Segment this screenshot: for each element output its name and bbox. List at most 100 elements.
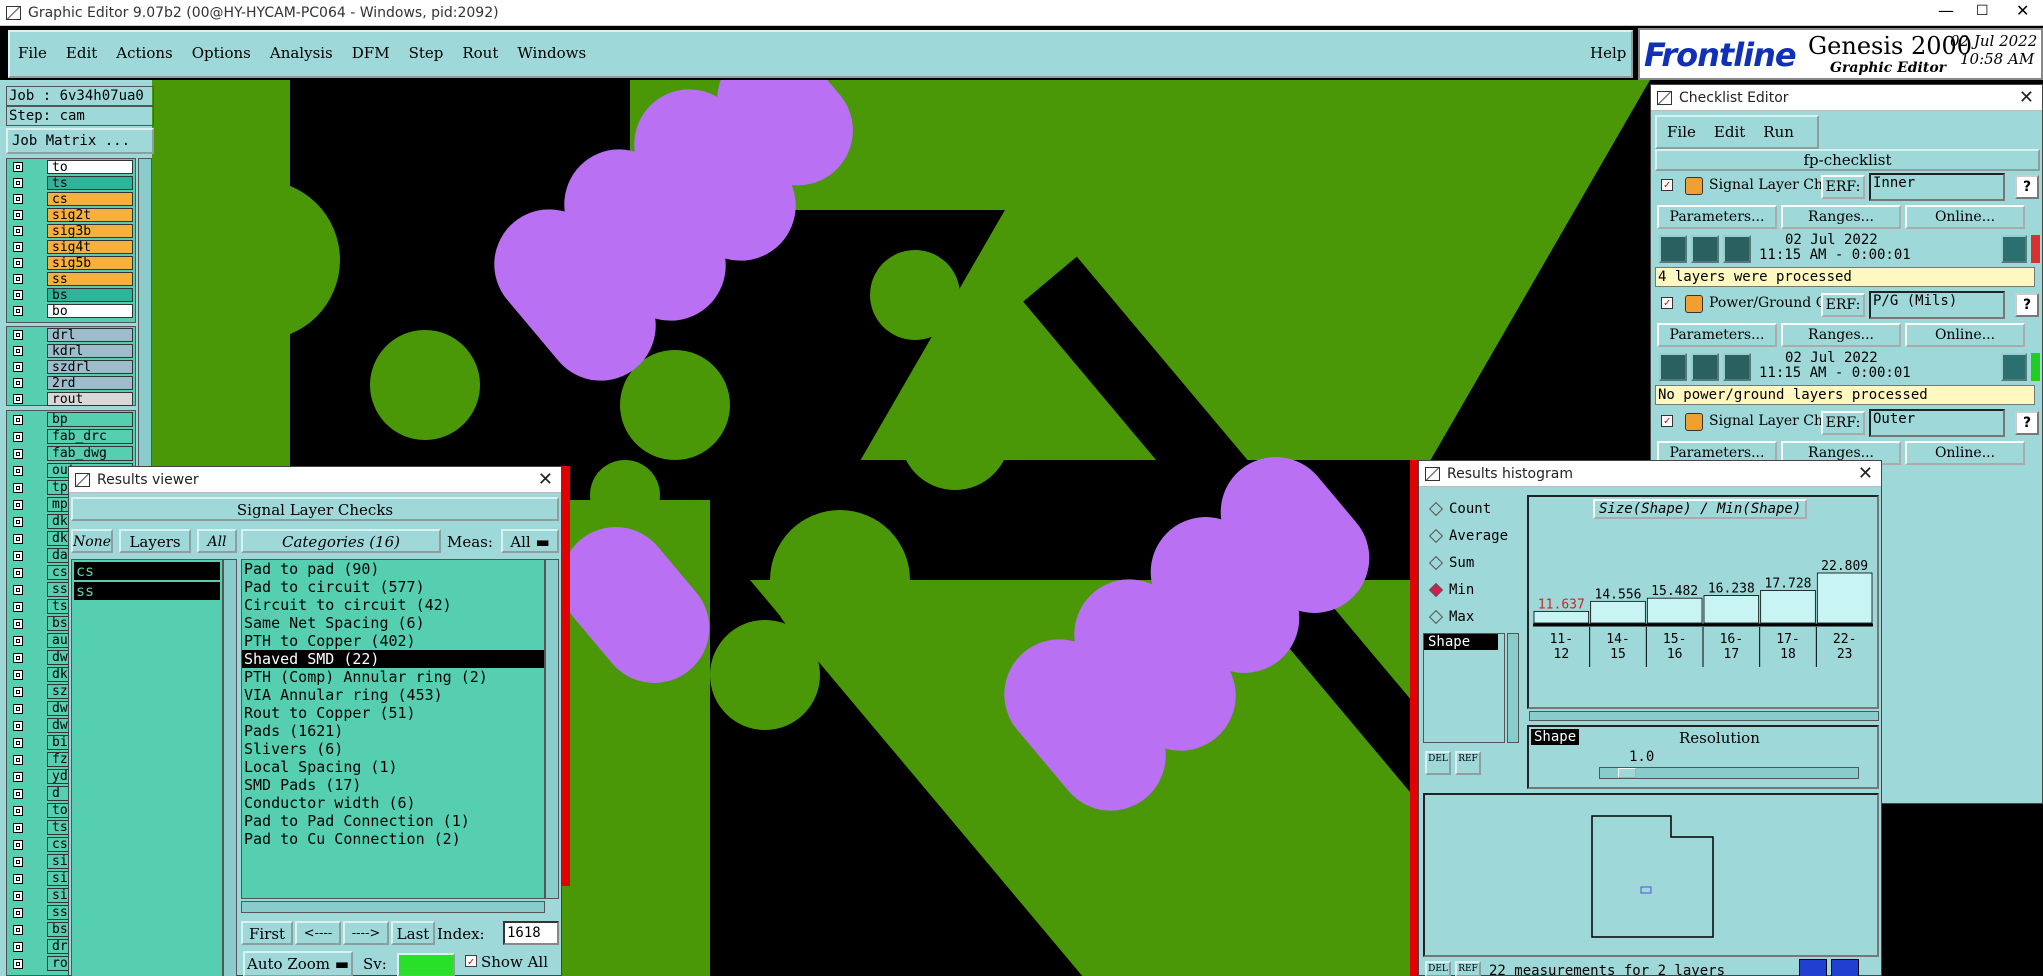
layer-checkbox[interactable] bbox=[13, 242, 23, 252]
layer-checkbox[interactable] bbox=[13, 822, 23, 833]
layer-affected-icon[interactable] bbox=[31, 669, 41, 681]
checklist-menu-run[interactable]: Run bbox=[1763, 123, 1794, 141]
layer-checkbox[interactable] bbox=[13, 210, 23, 220]
layer-row[interactable]: sig5b bbox=[7, 255, 135, 271]
layer-row[interactable]: bp bbox=[7, 411, 135, 428]
category-item[interactable]: Pad to pad (90) bbox=[242, 560, 544, 578]
layer-checkbox[interactable] bbox=[13, 330, 23, 340]
layer-row[interactable]: ts bbox=[7, 175, 135, 191]
menu-options[interactable]: Options bbox=[192, 44, 251, 62]
layer-checkbox[interactable] bbox=[13, 550, 23, 561]
layer-checkbox[interactable] bbox=[13, 635, 23, 646]
layer-affected-icon[interactable] bbox=[31, 241, 41, 253]
layer-name[interactable]: sig3b bbox=[47, 224, 133, 238]
layer-affected-icon[interactable] bbox=[31, 584, 41, 596]
layer-name[interactable]: bs bbox=[47, 288, 133, 302]
next-button[interactable]: ----> bbox=[343, 921, 389, 945]
layer-affected-icon[interactable] bbox=[31, 703, 41, 715]
layer-checkbox[interactable] bbox=[13, 754, 23, 765]
layer-checkbox[interactable] bbox=[13, 448, 23, 459]
category-item[interactable]: Pad to circuit (577) bbox=[242, 578, 544, 596]
meas-dropdown[interactable]: All ▬ bbox=[501, 529, 559, 553]
layer-row[interactable]: sig4t bbox=[7, 239, 135, 255]
category-item[interactable]: VIA Annular ring (453) bbox=[242, 686, 544, 704]
category-item[interactable]: PTH (Comp) Annular ring (2) bbox=[242, 668, 544, 686]
layer-name[interactable]: sig5b bbox=[47, 256, 133, 270]
layer-checkbox[interactable] bbox=[13, 362, 23, 372]
sv-color-dropdown[interactable] bbox=[397, 953, 455, 976]
layers-button[interactable]: Layers bbox=[119, 529, 191, 553]
layer-affected-icon[interactable] bbox=[31, 448, 41, 460]
layer-checkbox[interactable] bbox=[13, 258, 23, 268]
layer-affected-icon[interactable] bbox=[31, 601, 41, 613]
result-layer-item[interactable]: ss bbox=[74, 582, 220, 600]
ref-button-2[interactable]: REF bbox=[1455, 961, 1481, 976]
layer-affected-icon[interactable] bbox=[31, 907, 41, 919]
categories-button[interactable]: Categories (16) bbox=[241, 529, 441, 553]
layer-affected-icon[interactable] bbox=[31, 465, 41, 477]
layer-name[interactable]: 2rd bbox=[47, 376, 133, 390]
online-button[interactable]: Online... bbox=[1905, 205, 2025, 229]
layer-row[interactable]: fab_drc bbox=[7, 428, 135, 445]
layer-affected-icon[interactable] bbox=[31, 924, 41, 936]
parameters-button[interactable]: Parameters... bbox=[1657, 205, 1777, 229]
categories-scrollbar[interactable] bbox=[545, 559, 559, 899]
layer-name[interactable]: fab_dwg bbox=[47, 446, 133, 461]
radio-diamond-icon[interactable] bbox=[1428, 582, 1444, 597]
layer-name[interactable]: fab_drc bbox=[47, 429, 133, 444]
layer-affected-icon[interactable] bbox=[31, 225, 41, 237]
parameters-button[interactable]: Parameters... bbox=[1657, 323, 1777, 347]
layer-checkbox[interactable] bbox=[13, 465, 23, 476]
run-icon[interactable] bbox=[1723, 353, 1751, 381]
layer-row[interactable]: cs bbox=[7, 191, 135, 207]
layer-checkbox[interactable] bbox=[13, 290, 23, 300]
layer-name[interactable]: drl bbox=[47, 328, 133, 342]
layer-checkbox[interactable] bbox=[13, 162, 23, 172]
ranges-button[interactable]: Ranges... bbox=[1781, 323, 1901, 347]
layer-name[interactable]: ts bbox=[47, 176, 133, 190]
magnify-icon[interactable] bbox=[2001, 235, 2027, 263]
histogram-bar[interactable] bbox=[1533, 610, 1590, 624]
layer-name[interactable]: szdrl bbox=[47, 360, 133, 374]
layer-checkbox[interactable] bbox=[13, 499, 23, 510]
layer-checkbox[interactable] bbox=[13, 378, 23, 388]
layer-row[interactable]: bs bbox=[7, 287, 135, 303]
layer-name[interactable]: rout bbox=[47, 392, 133, 406]
layer-checkbox[interactable] bbox=[13, 274, 23, 284]
layer-checkbox[interactable] bbox=[13, 669, 23, 680]
histogram-icon-b[interactable] bbox=[1831, 959, 1859, 976]
category-item[interactable]: Pad to Pad Connection (1) bbox=[242, 812, 544, 830]
layer-row[interactable]: fab_dwg bbox=[7, 445, 135, 462]
layer-checkbox[interactable] bbox=[13, 414, 23, 425]
category-item[interactable]: Pads (1621) bbox=[242, 722, 544, 740]
layer-affected-icon[interactable] bbox=[31, 329, 41, 341]
histogram-bar[interactable] bbox=[1816, 572, 1873, 624]
run-icon[interactable] bbox=[1691, 235, 1719, 263]
category-item[interactable]: Circuit to circuit (42) bbox=[242, 596, 544, 614]
magnify-icon[interactable] bbox=[2001, 353, 2027, 381]
close-icon[interactable]: ✕ bbox=[538, 467, 553, 493]
menu-file[interactable]: File bbox=[18, 44, 47, 62]
online-button[interactable]: Online... bbox=[1905, 441, 2025, 465]
layer-affected-icon[interactable] bbox=[31, 686, 41, 698]
layer-affected-icon[interactable] bbox=[31, 393, 41, 405]
layer-checkbox[interactable] bbox=[13, 346, 23, 356]
menu-help[interactable]: Help bbox=[1590, 44, 1626, 62]
layer-affected-icon[interactable] bbox=[31, 177, 41, 189]
checklist-menu-file[interactable]: File bbox=[1667, 123, 1696, 141]
layer-affected-icon[interactable] bbox=[31, 822, 41, 834]
layer-name[interactable]: bp bbox=[47, 412, 133, 427]
layer-row[interactable]: ss bbox=[7, 271, 135, 287]
menu-step[interactable]: Step bbox=[409, 44, 444, 62]
layer-affected-icon[interactable] bbox=[31, 958, 41, 970]
erf-value-field[interactable]: Inner bbox=[1869, 173, 2005, 201]
histogram-bar[interactable] bbox=[1590, 600, 1646, 624]
menu-actions[interactable]: Actions bbox=[116, 44, 172, 62]
first-button[interactable]: First bbox=[241, 921, 293, 945]
layer-checkbox[interactable] bbox=[13, 686, 23, 697]
layer-checkbox[interactable] bbox=[13, 652, 23, 663]
layer-affected-icon[interactable] bbox=[31, 652, 41, 664]
layer-checkbox[interactable] bbox=[13, 737, 23, 748]
radio-diamond-icon[interactable] bbox=[1428, 528, 1444, 543]
layer-name[interactable]: ss bbox=[47, 272, 133, 286]
